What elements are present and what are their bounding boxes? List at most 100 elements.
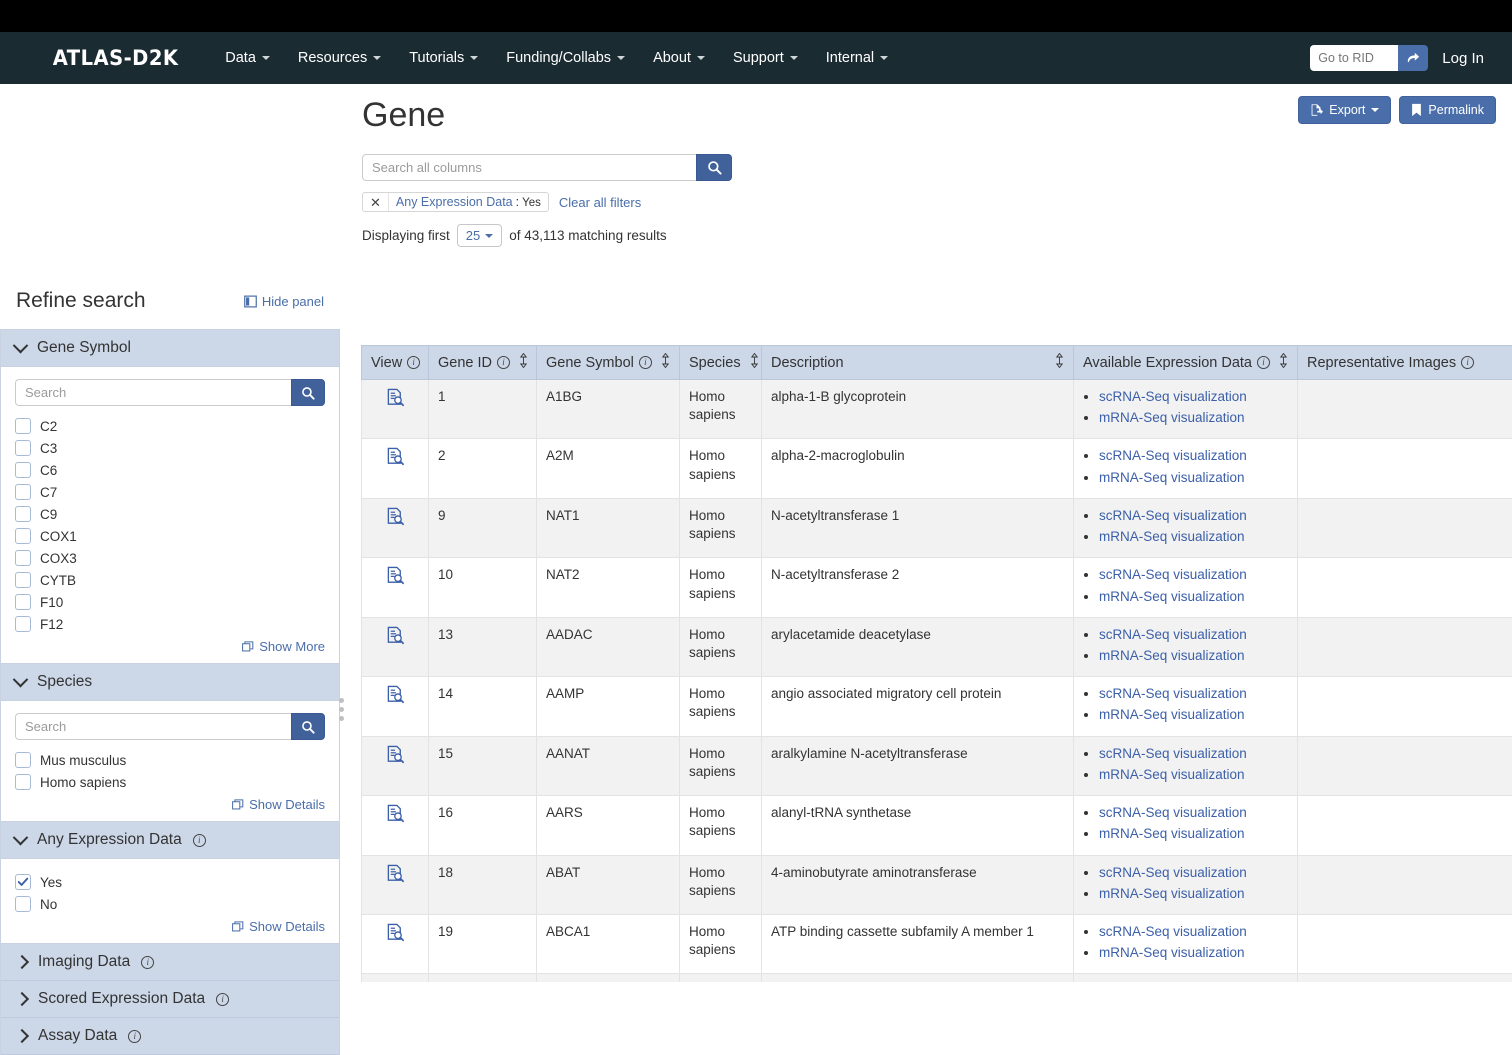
filter-chip[interactable]: ✕ Any Expression Data: Yes <box>362 192 549 212</box>
expression-visualization-link[interactable]: scRNA-Seq visualization <box>1099 627 1247 642</box>
table-row[interactable]: 2A2MHomo sapiensalpha-2-macroglobulinscR… <box>362 439 1512 498</box>
permalink-button[interactable]: Permalink <box>1399 96 1496 124</box>
nav-item-resources[interactable]: Resources <box>284 44 395 72</box>
info-icon[interactable]: i <box>216 993 229 1006</box>
facet-header-species[interactable]: Species <box>1 664 339 701</box>
checkbox-checked-icon[interactable] <box>15 874 31 890</box>
facet-footer-link[interactable]: Show Details <box>15 793 325 814</box>
page-size-select[interactable]: 25 <box>457 224 502 247</box>
expression-visualization-link[interactable]: scRNA-Seq visualization <box>1099 805 1247 820</box>
table-row[interactable]: 20ABCA2Homo sapiensATP binding cassette … <box>362 974 1512 982</box>
expression-visualization-link[interactable]: mRNA-Seq visualization <box>1099 767 1245 782</box>
clear-all-filters-link[interactable]: Clear all filters <box>559 195 641 210</box>
facet-search-button[interactable] <box>291 379 325 406</box>
view-record-button[interactable] <box>386 388 405 412</box>
sort-icon[interactable] <box>1279 353 1288 368</box>
facet-option[interactable]: F12 <box>15 613 325 635</box>
checkbox-icon[interactable] <box>15 774 31 790</box>
search-input[interactable] <box>362 154 696 181</box>
sidebar-resizer[interactable] <box>338 689 344 729</box>
facet-option[interactable]: C7 <box>15 481 325 503</box>
nav-item-support[interactable]: Support <box>719 44 812 72</box>
expression-visualization-link[interactable]: scRNA-Seq visualization <box>1099 924 1247 939</box>
checkbox-icon[interactable] <box>15 484 31 500</box>
expression-visualization-link[interactable]: mRNA-Seq visualization <box>1099 886 1245 901</box>
nav-item-tutorials[interactable]: Tutorials <box>395 44 492 72</box>
view-record-button[interactable] <box>386 685 405 709</box>
facet-option[interactable]: Homo sapiens <box>15 771 325 793</box>
login-button[interactable]: Log In <box>1442 50 1492 67</box>
table-row[interactable]: 10NAT2Homo sapiensN-acetyltransferase 2s… <box>362 558 1512 617</box>
column-header-gene-symbol[interactable]: Gene Symboli <box>537 346 680 380</box>
table-row[interactable]: 13AADACHomo sapiensarylacetamide deacety… <box>362 617 1512 676</box>
info-icon[interactable]: i <box>497 356 510 369</box>
view-record-button[interactable] <box>386 864 405 888</box>
facet-option[interactable]: C3 <box>15 437 325 459</box>
expression-visualization-link[interactable]: mRNA-Seq visualization <box>1099 945 1245 960</box>
facet-header-scored-expression-data[interactable]: Scored Expression Datai <box>1 981 339 1018</box>
facet-option[interactable]: Yes <box>15 871 325 893</box>
table-row[interactable]: 14AAMPHomo sapiensangio associated migra… <box>362 677 1512 736</box>
checkbox-icon[interactable] <box>15 506 31 522</box>
facet-header-gene-symbol[interactable]: Gene Symbol <box>1 330 339 367</box>
expression-visualization-link[interactable]: scRNA-Seq visualization <box>1099 567 1247 582</box>
view-record-button[interactable] <box>386 566 405 590</box>
sort-icon[interactable] <box>661 353 670 368</box>
column-header-description[interactable]: Description <box>762 346 1074 380</box>
sort-toggle[interactable] <box>1055 353 1064 372</box>
nav-item-about[interactable]: About <box>639 44 719 72</box>
expression-visualization-link[interactable]: mRNA-Seq visualization <box>1099 648 1245 663</box>
search-submit-button[interactable] <box>696 154 732 181</box>
sort-icon[interactable] <box>519 353 528 368</box>
table-row[interactable]: 16AARSHomo sapiensalanyl-tRNA synthetase… <box>362 796 1512 855</box>
nav-item-internal[interactable]: Internal <box>812 44 902 72</box>
expression-visualization-link[interactable]: scRNA-Seq visualization <box>1099 865 1247 880</box>
column-header-gene-id[interactable]: Gene IDi <box>429 346 537 380</box>
expression-visualization-link[interactable]: mRNA-Seq visualization <box>1099 470 1245 485</box>
facet-search-button[interactable] <box>291 713 325 740</box>
info-icon[interactable]: i <box>141 956 154 969</box>
table-row[interactable]: 15AANATHomo sapiensaralkylamine N-acetyl… <box>362 736 1512 795</box>
nav-item-funding-collabs[interactable]: Funding/Collabs <box>492 44 639 72</box>
sort-icon[interactable] <box>750 353 759 368</box>
checkbox-icon[interactable] <box>15 528 31 544</box>
sort-toggle[interactable] <box>519 353 528 372</box>
view-record-button[interactable] <box>386 745 405 769</box>
remove-filter-icon[interactable]: ✕ <box>363 193 389 211</box>
view-record-button[interactable] <box>386 923 405 947</box>
expression-visualization-link[interactable]: mRNA-Seq visualization <box>1099 707 1245 722</box>
checkbox-icon[interactable] <box>15 418 31 434</box>
info-icon[interactable]: i <box>639 356 652 369</box>
expression-visualization-link[interactable]: mRNA-Seq visualization <box>1099 826 1245 841</box>
view-record-button[interactable] <box>386 447 405 471</box>
checkbox-icon[interactable] <box>15 550 31 566</box>
sort-toggle[interactable] <box>661 353 670 372</box>
expression-visualization-link[interactable]: mRNA-Seq visualization <box>1099 529 1245 544</box>
checkbox-icon[interactable] <box>15 616 31 632</box>
go-to-rid-button[interactable] <box>1398 45 1428 71</box>
facet-option[interactable]: C6 <box>15 459 325 481</box>
facet-option[interactable]: F10 <box>15 591 325 613</box>
sort-toggle[interactable] <box>750 353 759 372</box>
site-logo[interactable]: ATLAS-D2K <box>53 46 179 70</box>
table-row[interactable]: 19ABCA1Homo sapiensATP binding cassette … <box>362 914 1512 973</box>
facet-option[interactable]: No <box>15 893 325 915</box>
facet-search-input[interactable] <box>15 379 291 406</box>
table-row[interactable]: 18ABATHomo sapiens4-aminobutyrate aminot… <box>362 855 1512 914</box>
info-icon[interactable]: i <box>1461 356 1474 369</box>
facet-footer-link[interactable]: Show Details <box>15 915 325 936</box>
expression-visualization-link[interactable]: scRNA-Seq visualization <box>1099 448 1247 463</box>
facet-footer-link[interactable]: Show More <box>15 635 325 656</box>
sort-toggle[interactable] <box>1279 353 1288 372</box>
view-record-button[interactable] <box>386 507 405 531</box>
facet-option[interactable]: COX1 <box>15 525 325 547</box>
checkbox-icon[interactable] <box>15 896 31 912</box>
sort-icon[interactable] <box>1055 353 1064 368</box>
column-header-view[interactable]: Viewi <box>362 346 429 380</box>
expression-visualization-link[interactable]: mRNA-Seq visualization <box>1099 410 1245 425</box>
checkbox-icon[interactable] <box>15 440 31 456</box>
facet-header-any-expression-data[interactable]: Any Expression Datai <box>1 822 339 859</box>
expression-visualization-link[interactable]: scRNA-Seq visualization <box>1099 746 1247 761</box>
checkbox-icon[interactable] <box>15 752 31 768</box>
table-row[interactable]: 9NAT1Homo sapiensN-acetyltransferase 1sc… <box>362 498 1512 557</box>
